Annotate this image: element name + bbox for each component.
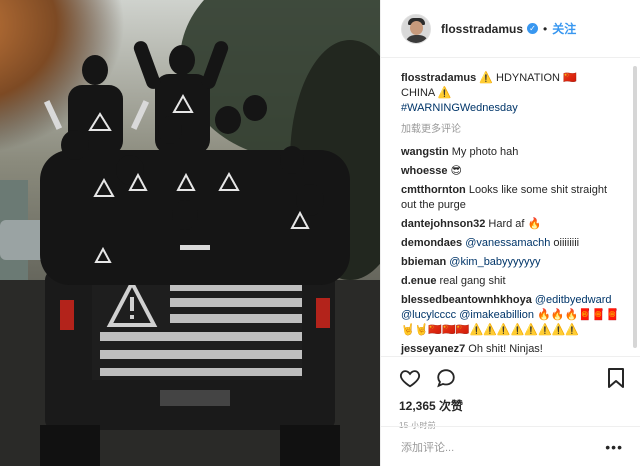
post-image [0,0,380,466]
verified-badge-icon: ✓ [527,23,539,34]
separator-dot: • [543,21,548,36]
caption-username[interactable]: flosstradamus [401,72,476,84]
comment-username[interactable]: wangstin [401,146,449,158]
comment-text: Oh shit! Ninjas! [468,343,543,355]
comment-mention[interactable]: @vanessamachh [465,237,550,249]
action-icons [399,365,625,391]
comment-mention[interactable]: @editbyedward [535,294,612,306]
add-comment-input[interactable]: 添加评论... [401,439,605,455]
comment-item: bbieman @kim_babyyyyyyy [401,255,621,270]
header-username[interactable]: flosstradamus [441,22,523,36]
load-more-comments-button[interactable]: 加载更多评论 [401,122,621,137]
comment-username[interactable]: blessedbeantownhkhoya [401,294,532,306]
comment-text: 😎 [450,165,462,177]
post-header: flosstradamus ✓ • 关注 [381,0,640,58]
comment-mention[interactable]: @imakeabillion [459,309,534,321]
like-count[interactable]: 12,365 次赞 [399,397,625,414]
bookmark-icon[interactable] [607,367,625,389]
comment-username[interactable]: bbieman [401,256,446,268]
comment-item: wangstin My photo hah [401,145,621,160]
comments-scrollbar[interactable] [633,66,637,348]
comment-item: d.enue real gang shit [401,274,621,289]
comment-item: blessedbeantownhkhoya @editbyedward @luc… [401,293,621,338]
comment-username[interactable]: dantejohnson32 [401,218,485,230]
comment-bubble-icon[interactable] [435,367,457,389]
comment-username[interactable]: demondaes [401,237,462,249]
heart-icon[interactable] [399,367,421,389]
follow-button[interactable]: 关注 [552,20,576,37]
comment-item: jesseyanez7 Oh shit! Ninjas! [401,342,621,355]
post-photo[interactable] [0,0,380,466]
add-comment-bar: 添加评论... ••• [381,426,640,466]
post-actions: 12,365 次赞 15 小时前 [381,356,640,431]
comment-username[interactable]: whoesse [401,165,447,177]
comment-username[interactable]: jesseyanez7 [401,343,465,355]
comment-mention[interactable]: @lucylcccc [401,309,456,321]
caption-text-b: CHINA ⚠️ [401,87,452,99]
comment-item: demondaes @vanessamachh oiiiiiiii [401,236,621,251]
comment-text: Hard af 🔥 [488,218,542,230]
caption-hashtag[interactable]: #WARNINGWednesday [401,102,518,114]
comments-list[interactable]: flosstradamus ⚠️ HDYNATION 🇨🇳 CHINA ⚠️ #… [381,59,640,355]
comment-username[interactable]: d.enue [401,275,436,287]
comment-item: whoesse 😎 [401,164,621,179]
comment-mention[interactable]: @kim_babyyyyyyy [449,256,540,268]
caption-text-a: ⚠️ HDYNATION 🇨🇳 [479,72,577,84]
comment-text: oiiiiiiii [553,237,580,249]
comment-text: real gang shit [439,275,506,287]
more-options-icon[interactable]: ••• [605,439,623,455]
comment-item: cmtthornton Looks like some shit straigh… [401,183,621,213]
avatar[interactable] [401,13,431,44]
comment-text: My photo hah [451,146,519,158]
caption: flosstradamus ⚠️ HDYNATION 🇨🇳 CHINA ⚠️ #… [401,71,621,116]
comment-username[interactable]: cmtthornton [401,184,466,196]
comment-item: dantejohnson32 Hard af 🔥 [401,217,621,232]
post-panel: flosstradamus ✓ • 关注 flosstradamus ⚠️ HD… [380,0,640,466]
